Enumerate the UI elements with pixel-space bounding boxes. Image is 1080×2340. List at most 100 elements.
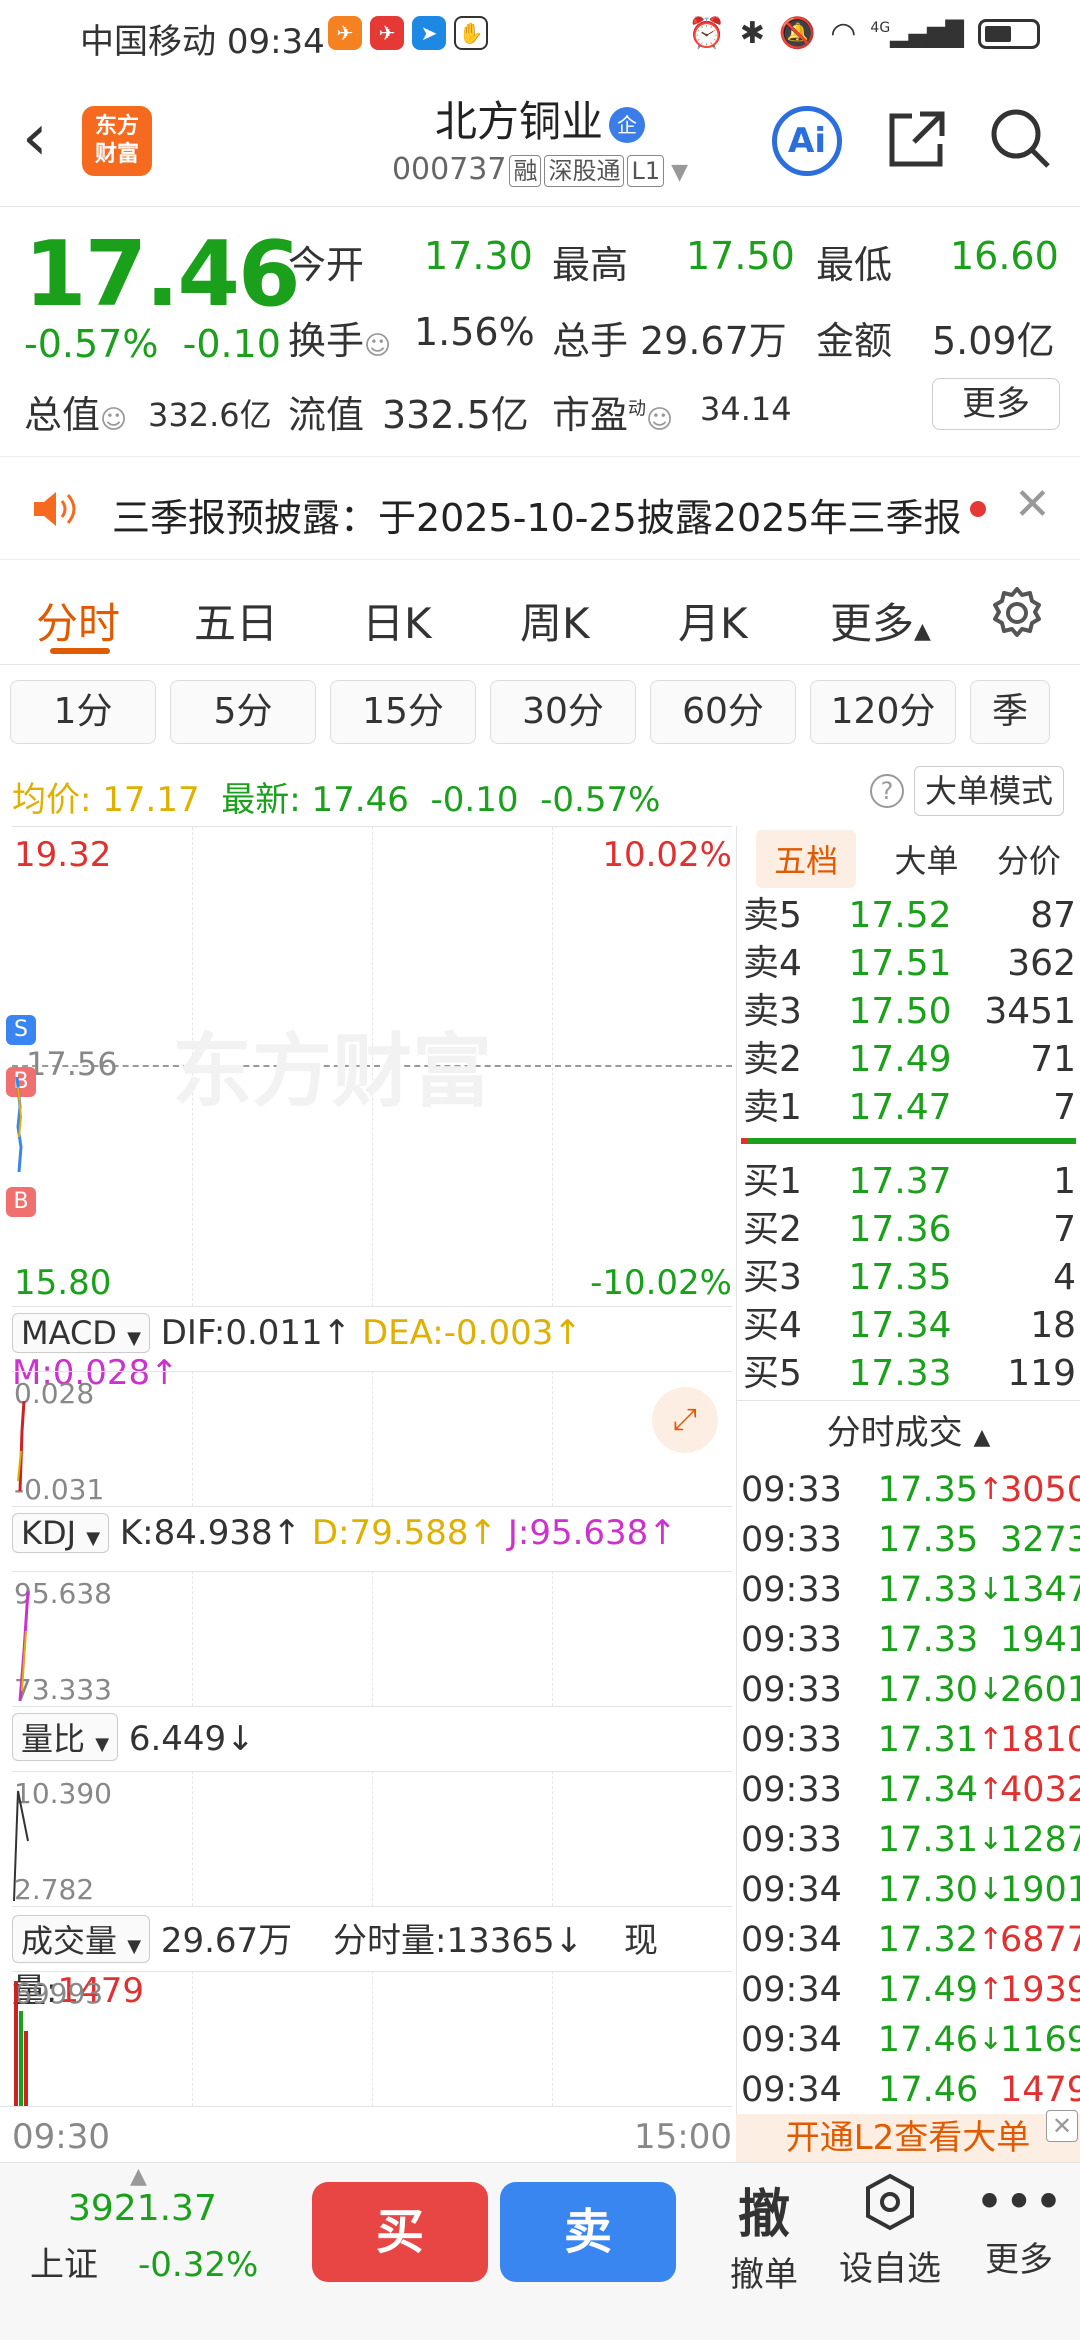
bid-level-row[interactable]: 买3 17.35 4 [737, 1254, 1080, 1302]
ask-level-label: 卖5 [743, 895, 802, 936]
tab-intraday[interactable]: 分时 [36, 590, 120, 651]
status-bar: 中国移动 09:34 ✈ ✈ ➤ ✋ ⏰ ✱ 🔕 ◠ 4G▂▄▆█ [0, 0, 1080, 70]
wifi-icon: ◠ [830, 16, 857, 51]
ask-level-row[interactable]: 卖3 17.50 3451 [737, 988, 1080, 1036]
low-label: 最低 [816, 243, 893, 287]
tab-price-dist[interactable]: 分价 [997, 836, 1061, 882]
volume-selector[interactable]: 成交量 ▼ [12, 1915, 151, 1963]
down-arrow-icon: ↓ [978, 1572, 1004, 1607]
open-stat: 今开 [288, 243, 365, 287]
bid-level-price: 17.36 [848, 1209, 952, 1250]
ask-level-row[interactable]: 卖2 17.49 71 [737, 1036, 1080, 1084]
ask-level-row[interactable]: 卖4 17.51 362 [737, 940, 1080, 988]
bid-level-row[interactable]: 买2 17.36 7 [737, 1206, 1080, 1254]
period-15min[interactable]: 15分 [330, 680, 476, 744]
search-icon[interactable] [988, 106, 1054, 172]
unread-dot [970, 501, 986, 517]
mktcap-value: 332.6亿 [148, 396, 272, 434]
price-change: -0.57% -0.10 [24, 322, 281, 366]
volume-total: 29.67万 [160, 1921, 293, 1961]
period-selector: 1分 5分 15分 30分 60分 120分 季 [10, 680, 1050, 744]
speaker-icon [34, 492, 76, 526]
settings-gear-icon[interactable] [990, 586, 1044, 640]
app-notification-icon: ✈ [328, 16, 362, 50]
buy-button[interactable]: 买 [312, 2182, 488, 2282]
tab-five-levels[interactable]: 五档 [756, 830, 857, 888]
app-notification-icon: ✋ [454, 16, 488, 50]
bid-ask-ratio-bar [741, 1138, 1076, 1144]
bid-level-row[interactable]: 买4 17.34 18 [737, 1302, 1080, 1350]
period-60min[interactable]: 60分 [650, 680, 796, 744]
time-axis-start: 09:30 [12, 2117, 110, 2157]
trade-time: 09:34 [741, 1970, 842, 2010]
intraday-chart[interactable]: 东方财富 19.32 10.02% 17.56 15.80 -10.02% S … [6, 826, 732, 1306]
bid-level-volume: 4 [1053, 1257, 1076, 1298]
trade-ticks-title[interactable]: 分时成交 ▲ [737, 1401, 1080, 1465]
tab-daily-k[interactable]: 日K [362, 590, 432, 651]
trade-time: 09:33 [741, 1720, 842, 1760]
quote-more-button[interactable]: 更多 [932, 378, 1060, 430]
period-30min[interactable]: 30分 [490, 680, 636, 744]
ratio-selector[interactable]: 量比 ▼ [12, 1713, 119, 1761]
tab-more[interactable]: 更多▲ [830, 590, 931, 651]
trade-time: 09:33 [741, 1620, 842, 1660]
trade-price: 17.49 [877, 1970, 978, 2010]
ask-level-row[interactable]: 卖1 17.47 7 [737, 1084, 1080, 1132]
ask-level-row[interactable]: 卖5 17.52 87 [737, 892, 1080, 940]
index-ticker[interactable]: 3921.37 上证 -0.32% [30, 2188, 280, 2286]
watermark-logo: 东方财富 [172, 1025, 492, 1118]
trade-time: 09:33 [741, 1670, 842, 1710]
more-menu-button[interactable]: ••• 更多 [974, 2172, 1064, 2281]
amount-label: 金额 [816, 319, 893, 363]
watchlist-hex-icon [866, 2173, 914, 2231]
floatcap-value: 332.5亿 [382, 393, 529, 437]
macd-dif: DIF:0.011 [160, 1313, 323, 1353]
macd-dea: DEA:-0.003 [361, 1313, 554, 1353]
bid-level-volume: 119 [1007, 1353, 1076, 1394]
down-arrow-icon: ↓ [978, 1872, 1004, 1907]
trade-volume: 3273 [1000, 1520, 1080, 1560]
tab-five-day[interactable]: 五日 [194, 590, 278, 651]
share-icon[interactable] [884, 106, 950, 172]
expand-icon[interactable]: ⤢ [652, 1387, 718, 1453]
volume-period: 13365 [446, 1921, 555, 1961]
trade-volume: 1169 [1000, 2020, 1080, 2060]
add-watchlist-button[interactable]: 设自选 [830, 2172, 950, 2290]
bluetooth-icon: ✱ [739, 16, 765, 51]
bid-level-row[interactable]: 买5 17.33 119 [737, 1350, 1080, 1398]
period-5min[interactable]: 5分 [170, 680, 316, 744]
trade-volume: 1939 [1000, 1970, 1080, 2010]
promo-close-icon[interactable]: ✕ [1046, 2110, 1078, 2142]
trade-price: 17.46 [877, 2020, 978, 2060]
turnover-value: 1.56% [414, 310, 535, 354]
kdj-selector[interactable]: KDJ ▼ [12, 1513, 110, 1553]
cancel-order-button[interactable]: 撤 撤单 [720, 2172, 808, 2296]
period-quarter[interactable]: 季 [970, 680, 1050, 744]
index-pct: -0.32% [138, 2245, 259, 2285]
chart-bottom-pct: -10.02% [590, 1263, 732, 1303]
big-order-mode-button[interactable]: 大单模式 [914, 766, 1064, 816]
notice-bar[interactable]: 三季报预披露：于2025-10-25披露2025年三季报 ✕ [0, 456, 1080, 560]
ai-button[interactable]: Ai [772, 106, 842, 176]
trade-volume: 1810 [1000, 1720, 1080, 1760]
close-icon[interactable]: ✕ [1014, 479, 1051, 530]
macd-selector[interactable]: MACD ▼ [12, 1313, 150, 1353]
bid-level-row[interactable]: 买1 17.37 1 [737, 1158, 1080, 1206]
l2-promo-banner[interactable]: 开通L2查看大单 [736, 2114, 1080, 2162]
ask-level-volume: 87 [1030, 895, 1076, 936]
bid-level-price: 17.34 [848, 1305, 952, 1346]
dropdown-icon[interactable]: ▼ [664, 160, 688, 185]
amount-value: 5.09亿 [932, 319, 1055, 363]
help-icon[interactable]: ? [870, 774, 904, 808]
trade-row: 09:33 17.30 ↓ 2601 [737, 1665, 1080, 1715]
app-notification-icon: ✈ [370, 16, 404, 50]
sell-button[interactable]: 卖 [500, 2182, 676, 2282]
tab-weekly-k[interactable]: 周K [520, 590, 590, 651]
trade-row: 09:33 17.35 ↑ 3050 [737, 1465, 1080, 1515]
chart-top-pct: 10.02% [602, 835, 732, 875]
trade-price: 17.35 [877, 1470, 978, 1510]
tab-big-orders[interactable]: 大单 [894, 836, 958, 882]
period-120min[interactable]: 120分 [810, 680, 956, 744]
tab-monthly-k[interactable]: 月K [678, 590, 748, 651]
period-1min[interactable]: 1分 [10, 680, 156, 744]
